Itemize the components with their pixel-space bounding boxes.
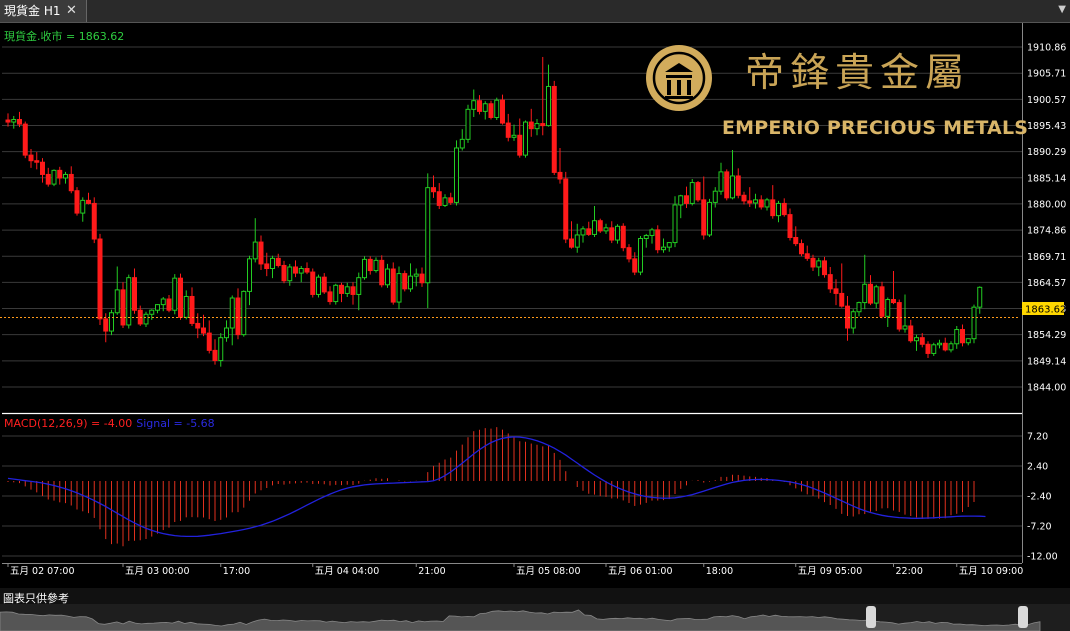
- chart-area[interactable]: 1910.86 1905.71 1900.57 1895.43 1890.29 1885.…: [0, 23, 1070, 588]
- logo-chinese: 帝鋒貴金屬: [745, 51, 970, 96]
- navigator-right-handle[interactable]: [1018, 606, 1028, 628]
- candle: [74, 187, 80, 216]
- price-tick-label: 1895.43: [1027, 121, 1066, 132]
- candle: [310, 268, 316, 298]
- candle: [402, 270, 408, 292]
- time-tick-label: 22:00: [896, 566, 923, 577]
- price-tick-label: 1864.57: [1027, 278, 1066, 289]
- price-tick-label: 1854.29: [1027, 330, 1066, 341]
- candle: [597, 218, 603, 233]
- navigator-bar[interactable]: [0, 604, 1070, 631]
- price-tick-label: 1900.57: [1027, 95, 1066, 106]
- price-tick-label: 1910.86: [1027, 43, 1066, 54]
- candle: [126, 274, 132, 329]
- candle: [896, 299, 902, 332]
- signal-legend-value: Signal = -5.68: [136, 417, 214, 430]
- candle: [620, 223, 626, 252]
- macd-tick-label: -12.00: [1027, 552, 1058, 563]
- candle: [390, 262, 396, 305]
- time-tick-label: 五月 02 07:00: [10, 566, 75, 577]
- chevron-down-icon[interactable]: ▼: [1058, 4, 1066, 15]
- candle: [91, 197, 97, 244]
- candle: [22, 121, 28, 159]
- time-tick-label: 五月 03 00:00: [125, 566, 190, 577]
- logo-english: EMPERIO PRECIOUS METALS: [722, 117, 1028, 139]
- candle: [51, 169, 57, 187]
- time-tick-label: 五月 09 05:00: [798, 566, 863, 577]
- candle: [241, 290, 247, 337]
- candle: [172, 274, 178, 315]
- time-tick-label: 17:00: [223, 566, 250, 577]
- price-tick-label: 1874.86: [1027, 226, 1066, 237]
- candle: [494, 97, 500, 121]
- tab-bar: 現貨金 H1 ✕ ▼: [0, 0, 1070, 23]
- candle: [724, 169, 730, 201]
- price-tick-label: 1880.00: [1027, 199, 1066, 210]
- price-tick-label: 1905.71: [1027, 69, 1066, 80]
- time-tick-label: 21:00: [418, 566, 445, 577]
- current-price-label: 1863.62: [1025, 305, 1066, 316]
- macd-tick-label: -2.40: [1027, 492, 1052, 503]
- time-tick-label: 五月 06 01:00: [608, 566, 673, 577]
- macd-tick-label: -7.20: [1027, 522, 1052, 533]
- price-tick-label: 1890.29: [1027, 147, 1066, 158]
- navigator-left-handle[interactable]: [866, 606, 876, 628]
- candle: [563, 171, 569, 244]
- candle: [316, 274, 321, 298]
- candle: [523, 120, 528, 158]
- macd-legend-value: MACD(12,26,9) = -4.00: [4, 417, 132, 430]
- candle: [695, 181, 701, 202]
- price-tick-label: 1844.00: [1027, 383, 1066, 394]
- time-tick-label: 五月 04 04:00: [315, 566, 380, 577]
- macd-tick-label: 7.20: [1027, 432, 1048, 443]
- price-legend: 現貨金.收市 = 1863.62: [4, 29, 124, 43]
- tab-chart[interactable]: 現貨金 H1 ✕: [0, 0, 87, 22]
- price-tick-label: 1885.14: [1027, 173, 1066, 184]
- time-tick-label: 五月 10 09:00: [959, 566, 1024, 577]
- candle: [551, 80, 557, 175]
- candle: [689, 179, 695, 206]
- close-icon[interactable]: ✕: [66, 0, 77, 22]
- chart-background: [0, 23, 1070, 588]
- candle: [707, 198, 712, 237]
- candle: [333, 283, 339, 305]
- time-tick-label: 五月 05 08:00: [516, 566, 581, 577]
- candle: [488, 100, 494, 120]
- candle: [178, 273, 183, 320]
- candle: [362, 256, 367, 280]
- price-tick-label: 1869.71: [1027, 252, 1066, 263]
- candle: [109, 309, 114, 336]
- candle: [655, 225, 661, 254]
- tab-title: 現貨金 H1: [4, 4, 61, 18]
- candle: [465, 104, 471, 143]
- price-tick-label: 1849.14: [1027, 356, 1066, 367]
- time-tick-label: 18:00: [706, 566, 733, 577]
- footer: 圖表只供參考: [0, 588, 1070, 631]
- candle: [454, 140, 459, 206]
- candle: [971, 304, 977, 344]
- candle: [879, 281, 885, 319]
- candle: [97, 233, 103, 325]
- candle: [638, 235, 643, 276]
- macd-tick-label: 2.40: [1027, 462, 1048, 473]
- macd-legend: MACD(12,26,9) = -4.00 Signal = -5.68: [4, 417, 215, 430]
- candle: [379, 255, 385, 288]
